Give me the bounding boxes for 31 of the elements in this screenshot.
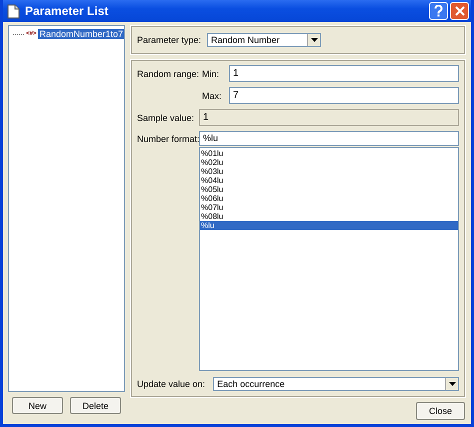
list-item[interactable]: %lu [200,221,458,230]
window-title: Parameter List [25,4,108,18]
list-item[interactable]: %07lu [200,203,458,212]
field-label: Random range: [137,68,199,78]
list-item[interactable]: %02lu [200,158,458,167]
max-field[interactable]: 7 [229,87,459,104]
list-item[interactable]: %05lu [200,185,458,194]
close-icon [454,6,464,16]
list-item[interactable]: %01lu [200,149,458,158]
document-icon [7,4,20,18]
action-button[interactable]: New [12,397,63,414]
help-button[interactable] [429,2,448,20]
list-item[interactable]: %04lu [200,176,458,185]
list-item[interactable]: %06lu [200,194,458,203]
number-format-field[interactable]: %lu [199,131,459,146]
min-field[interactable]: 1 [229,65,459,82]
close-dialog-button[interactable]: Close [416,402,465,420]
field-label: Update value on: [137,379,206,389]
field-label: Min: [201,68,220,78]
field-label: Parameter type: [137,35,202,45]
update-value-dropdown[interactable]: Each occurrence [213,377,459,391]
tree-item[interactable]: RandomNumber1to7 [38,29,124,39]
parameter-type-dropdown[interactable]: Random Number [207,33,322,47]
action-button[interactable]: Delete [70,397,121,414]
list-item[interactable]: %03lu [200,167,458,176]
help-icon [434,5,443,17]
field-label: Sample value: [137,112,196,122]
field-label: Max: [201,90,223,100]
list-item[interactable]: %08lu [200,212,458,221]
field-label: Number format: [137,133,199,144]
close-button[interactable] [450,2,469,20]
